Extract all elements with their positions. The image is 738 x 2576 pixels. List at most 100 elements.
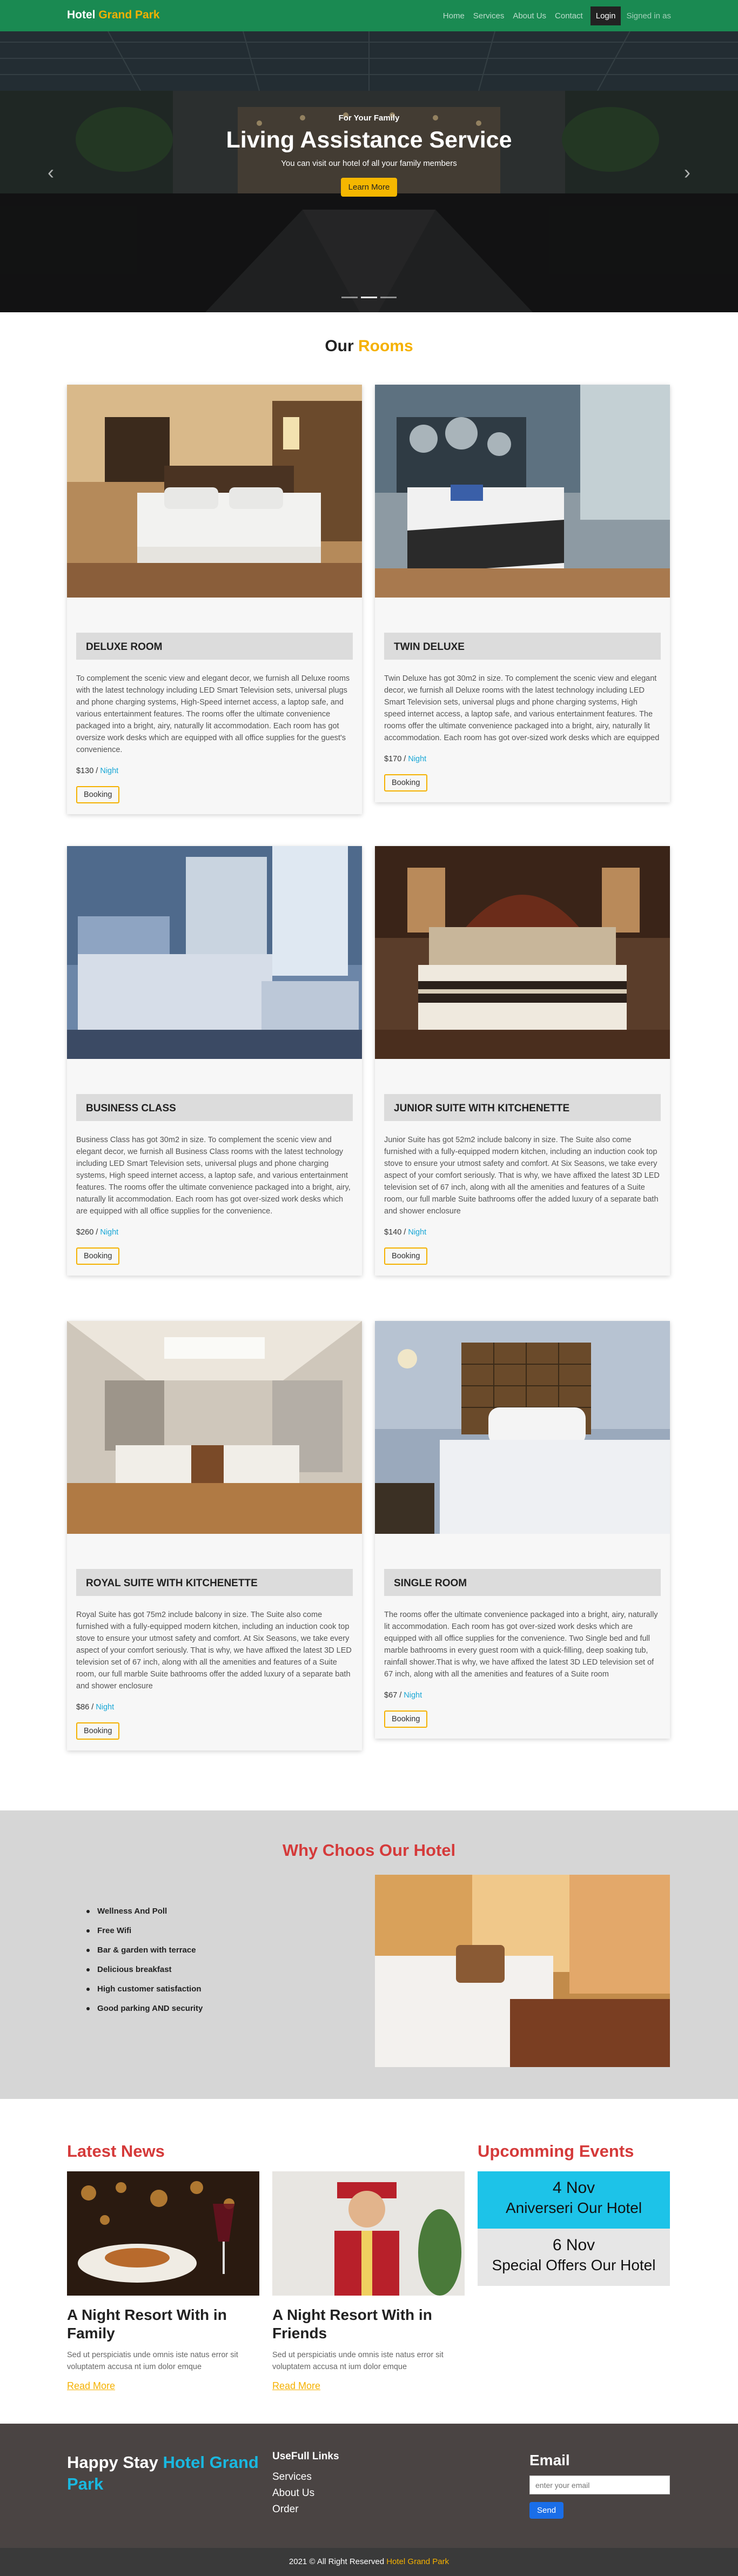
event-name: Special Offers Our Hotel	[492, 2257, 656, 2273]
room-name: ROYAL SUITE WITH KITCHENETTE	[76, 1569, 353, 1596]
room-price-value: $86 /	[76, 1703, 96, 1712]
room-description: To complement the scenic view and elegan…	[76, 674, 350, 754]
why-choose-item: Bar & garden with terrace	[86, 1946, 203, 1955]
news-excerpt: Sed ut perspiciatis unde omnis iste natu…	[67, 2351, 238, 2371]
nav-link-contact[interactable]: Contact	[555, 11, 583, 21]
footer-links: UseFull Links Services About Us Order	[272, 2451, 339, 2518]
room-photo-single-room	[375, 1321, 670, 1534]
footer-email-title: Email	[529, 2452, 570, 2468]
room-price: $140 / Night	[384, 1228, 661, 1237]
copyright-brand: Hotel Grand Park	[386, 2557, 449, 2566]
hero-carousel: For Your Family Living Assistance Servic…	[0, 31, 738, 312]
navbar: Hotel Grand Park Home Services About Us …	[0, 0, 738, 31]
bullet-icon	[86, 1929, 90, 1933]
news-card-family: A Night Resort With in Family Sed ut per…	[67, 2171, 259, 2392]
carousel-next-icon[interactable]: ›	[684, 161, 690, 184]
nav-link-about[interactable]: About Us	[513, 11, 546, 21]
footer-link-order[interactable]: Order	[272, 2501, 339, 2518]
carousel-prev-icon[interactable]: ‹	[48, 161, 54, 184]
room-price-unit: Night	[408, 755, 427, 763]
room-description: The rooms offer the ultimate convenience…	[384, 1611, 658, 1679]
room-photo-junior-suite	[375, 846, 670, 1059]
latest-news-heading: Latest News	[67, 2142, 165, 2161]
room-name: SINGLE ROOM	[384, 1569, 661, 1596]
hero-kicker: For Your Family	[338, 113, 400, 123]
event-date: 6 Nov	[552, 2236, 595, 2254]
read-more-link[interactable]: Read More	[67, 2380, 115, 2392]
booking-button[interactable]: Booking	[384, 1710, 428, 1728]
brand-part1: Hotel	[67, 9, 99, 21]
why-choose-title: Why Choos Our Hotel	[282, 1841, 456, 1860]
booking-button[interactable]: Booking	[384, 1247, 428, 1265]
carousel-indicator-3[interactable]	[380, 297, 397, 298]
rooms-title-part2: Rooms	[358, 337, 413, 355]
why-choose-list: Wellness And Poll Free Wifi Bar & garden…	[86, 1907, 203, 2023]
hero-subtitle: You can visit our hotel of all your fami…	[281, 159, 457, 168]
why-choose-item: Good parking AND security	[86, 2004, 203, 2013]
room-photo-twin-deluxe	[375, 385, 670, 598]
event-date: 4 Nov	[552, 2179, 595, 2197]
room-photo-royal-suite	[67, 1321, 362, 1534]
copyright-bar: 2021 © All Right Reserved Hotel Grand Pa…	[0, 2548, 738, 2576]
room-photo-business-class	[67, 846, 362, 1059]
booking-button[interactable]: Booking	[76, 1722, 120, 1740]
why-choose-item: High customer satisfaction	[86, 1984, 203, 1994]
brand-logo[interactable]: Hotel Grand Park	[67, 9, 160, 22]
why-choose-item-label: High customer satisfaction	[97, 1984, 202, 1994]
upcoming-events-heading: Upcomming Events	[478, 2142, 634, 2161]
footer-link-about[interactable]: About Us	[272, 2485, 339, 2501]
copyright-text: 2021 © All Right Reserved	[289, 2557, 387, 2566]
footer-link-services[interactable]: Services	[272, 2469, 339, 2485]
room-card-single-room: SINGLE ROOM The rooms offer the ultimate…	[375, 1321, 670, 1739]
nav-link-services[interactable]: Services	[473, 11, 505, 21]
room-price: $86 / Night	[76, 1703, 353, 1712]
why-choose-item-label: Good parking AND security	[97, 2004, 203, 2013]
room-price-value: $170 /	[384, 755, 408, 763]
bullet-icon	[86, 2007, 90, 2010]
learn-more-button[interactable]: Learn More	[340, 178, 398, 197]
room-price-unit: Night	[96, 1703, 115, 1712]
event-card-special-offers[interactable]: 6 Nov Special Offers Our Hotel	[478, 2229, 670, 2286]
news-card-friends: A Night Resort With in Friends Sed ut pe…	[272, 2171, 465, 2392]
carousel-indicators	[0, 297, 738, 298]
booking-button[interactable]: Booking	[76, 786, 120, 803]
room-price: $260 / Night	[76, 1228, 353, 1237]
email-input[interactable]	[529, 2476, 670, 2494]
rooms-title-part1: Our	[325, 337, 358, 355]
footer-brand-part1: Happy Stay	[67, 2453, 163, 2472]
nav-link-home[interactable]: Home	[443, 11, 465, 21]
read-more-link[interactable]: Read More	[272, 2380, 320, 2392]
why-choose-item-label: Bar & garden with terrace	[97, 1946, 196, 1955]
footer: Happy Stay Hotel Grand Park UseFull Link…	[0, 2424, 738, 2548]
room-price: $130 / Night	[76, 767, 353, 775]
room-price-value: $130 /	[76, 767, 100, 775]
room-description: Twin Deluxe has got 30m2 in size. To com…	[384, 674, 660, 742]
event-card-anniversary[interactable]: 4 Nov Aniverseri Our Hotel	[478, 2171, 670, 2229]
room-photo-deluxe	[67, 385, 362, 598]
login-button[interactable]: Login	[590, 6, 621, 25]
room-name: JUNIOR SUITE WITH KITCHENETTE	[384, 1094, 661, 1121]
carousel-indicator-1[interactable]	[341, 297, 358, 298]
booking-button[interactable]: Booking	[384, 774, 428, 791]
room-name: TWIN DELUXE	[384, 633, 661, 660]
carousel-indicator-2[interactable]	[361, 297, 377, 298]
booking-button[interactable]: Booking	[76, 1247, 120, 1265]
rooms-section-title: Our Rooms	[0, 337, 738, 355]
why-choose-item: Delicious breakfast	[86, 1965, 203, 1974]
room-card-royal-suite: ROYAL SUITE WITH KITCHENETTE Royal Suite…	[67, 1321, 362, 1750]
why-choose-item-label: Delicious breakfast	[97, 1965, 172, 1974]
room-description: Royal Suite has got 75m2 include balcony…	[76, 1611, 352, 1691]
footer-brand: Happy Stay Hotel Grand Park	[67, 2452, 272, 2495]
room-price-unit: Night	[100, 767, 119, 775]
send-button[interactable]: Send	[529, 2502, 564, 2519]
room-description: Junior Suite has got 52m2 include balcon…	[384, 1136, 660, 1216]
room-price-value: $140 /	[384, 1228, 408, 1237]
hero-title: Living Assistance Service	[226, 127, 512, 153]
room-name: BUSINESS CLASS	[76, 1094, 353, 1121]
room-price-unit: Night	[100, 1228, 119, 1237]
room-card-twin-deluxe: TWIN DELUXE Twin Deluxe has got 30m2 in …	[375, 385, 670, 802]
hero-caption: For Your Family Living Assistance Servic…	[0, 113, 738, 197]
why-choose-item-label: Wellness And Poll	[97, 1907, 167, 1916]
room-price-unit: Night	[408, 1228, 427, 1237]
news-excerpt: Sed ut perspiciatis unde omnis iste natu…	[272, 2351, 444, 2371]
